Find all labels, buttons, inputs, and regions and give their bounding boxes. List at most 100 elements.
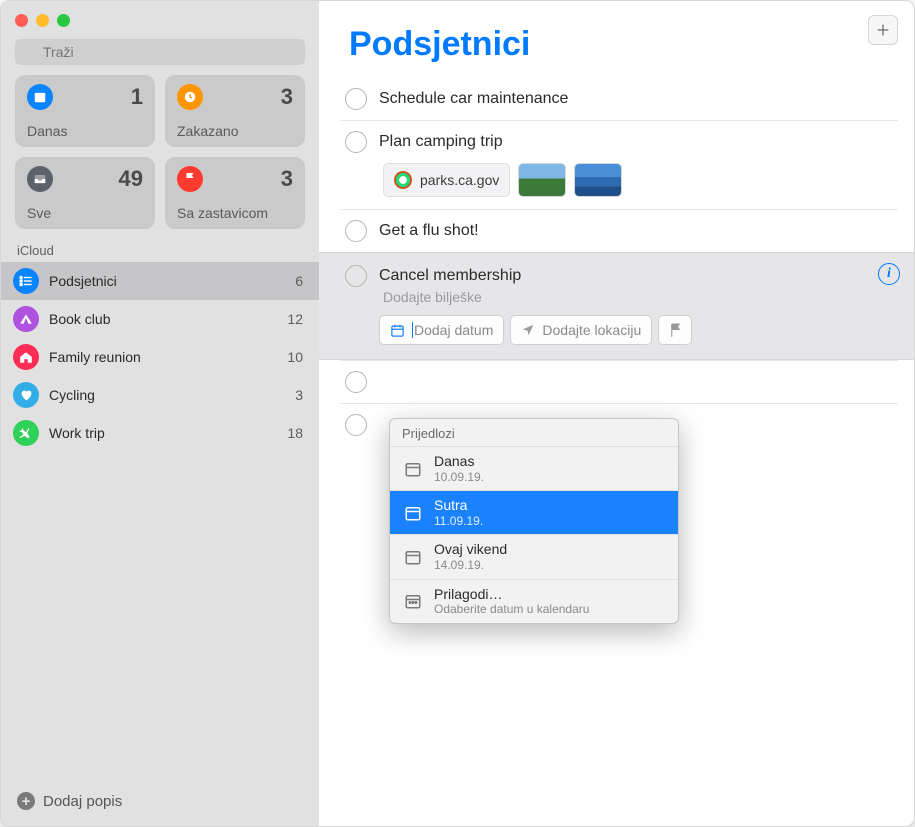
suggestion-date: 11.09.19. xyxy=(434,514,483,528)
list-book-club[interactable]: Book club 12 xyxy=(1,300,319,338)
list-name: Cycling xyxy=(49,387,285,403)
flag-icon xyxy=(177,166,203,192)
add-location-button[interactable]: Dodajte lokaciju xyxy=(510,315,652,345)
calendar-icon xyxy=(402,590,424,612)
add-reminder-button[interactable] xyxy=(868,15,898,45)
list-podsjetnici[interactable]: Podsjetnici 6 xyxy=(1,262,319,300)
add-date-button[interactable]: Dodaj datum xyxy=(379,315,504,345)
list-family-reunion[interactable]: Family reunion 10 xyxy=(1,338,319,376)
suggestion-label: Sutra xyxy=(434,497,483,514)
reminder-title: Get a flu shot! xyxy=(379,222,479,240)
image-attachment[interactable] xyxy=(574,163,622,197)
reminder-title: Plan camping trip xyxy=(379,133,503,151)
complete-toggle[interactable] xyxy=(345,371,367,393)
smart-all[interactable]: 49 Sve xyxy=(15,157,155,229)
list-bullet-icon xyxy=(13,268,39,294)
calendar-icon xyxy=(402,458,424,480)
house-icon xyxy=(13,344,39,370)
section-icloud: iCloud xyxy=(1,241,319,262)
popup-header: Prijedlozi xyxy=(390,419,678,446)
suggestion-custom[interactable]: Prilagodi… Odaberite datum u kalendaru xyxy=(390,579,678,623)
main-panel: Podsjetnici Schedule car maintenance Pla… xyxy=(319,1,914,826)
minimize-window-button[interactable] xyxy=(36,14,49,27)
list-name: Work trip xyxy=(49,425,277,441)
close-window-button[interactable] xyxy=(15,14,28,27)
plus-circle-icon: + xyxy=(17,792,35,810)
link-attachment[interactable]: parks.ca.gov xyxy=(383,163,510,197)
suggestion-sub: Odaberite datum u kalendaru xyxy=(434,602,589,616)
attachments: parks.ca.gov xyxy=(341,163,898,209)
location-icon xyxy=(521,323,535,337)
add-list-label: Dodaj popis xyxy=(43,793,122,810)
suggestion-weekend[interactable]: Ovaj vikend 14.09.19. xyxy=(390,534,678,578)
complete-toggle[interactable] xyxy=(345,265,367,287)
smart-scheduled-label: Zakazano xyxy=(177,123,293,139)
list-count: 10 xyxy=(287,349,303,365)
list-title: Podsjetnici xyxy=(349,11,530,74)
complete-toggle[interactable] xyxy=(345,220,367,242)
lists-container: Podsjetnici 6 Book club 12 Family reunio… xyxy=(1,262,319,780)
list-name: Book club xyxy=(49,311,277,327)
reminder-title: Cancel membership xyxy=(379,267,521,285)
list-work-trip[interactable]: Work trip 18 xyxy=(1,414,319,452)
calendar-icon xyxy=(402,546,424,568)
plane-icon xyxy=(13,420,39,446)
date-suggestions-popup: Prijedlozi Danas 10.09.19. Sutra 11.09.1… xyxy=(389,418,679,624)
calendar-icon xyxy=(27,84,53,110)
calendar-icon xyxy=(402,502,424,524)
suggestion-label: Prilagodi… xyxy=(434,586,589,603)
tray-icon xyxy=(27,166,53,192)
suggestion-date: 10.09.19. xyxy=(434,470,484,484)
smart-flagged-label: Sa zastavicom xyxy=(177,205,293,221)
reminder-editing[interactable]: i Cancel membership Dodajte bilješke Dod… xyxy=(319,252,914,360)
reminder-item[interactable]: Schedule car maintenance xyxy=(341,78,898,120)
list-name: Podsjetnici xyxy=(49,273,285,289)
reminder-title: Schedule car maintenance xyxy=(379,90,568,108)
list-count: 12 xyxy=(287,311,303,327)
image-attachment[interactable] xyxy=(518,163,566,197)
favicon-icon xyxy=(394,171,412,189)
list-count: 3 xyxy=(295,387,303,403)
complete-toggle[interactable] xyxy=(345,131,367,153)
reminder-item[interactable]: Plan camping trip parks.ca.gov xyxy=(341,120,898,209)
smart-all-label: Sve xyxy=(27,205,143,221)
suggestion-tomorrow[interactable]: Sutra 11.09.19. xyxy=(390,490,678,534)
smart-scheduled[interactable]: 3 Zakazano xyxy=(165,75,305,147)
smart-lists: 1 Danas 3 Zakazano 49 xyxy=(1,75,319,241)
smart-scheduled-count: 3 xyxy=(281,84,293,110)
reminder-item[interactable] xyxy=(341,360,898,403)
flag-icon xyxy=(669,323,682,338)
list-cycling[interactable]: Cycling 3 xyxy=(1,376,319,414)
list-count: 6 xyxy=(295,273,303,289)
add-list-button[interactable]: + Dodaj popis xyxy=(1,780,319,826)
sidebar: 1 Danas 3 Zakazano 49 xyxy=(1,1,319,826)
flag-button[interactable] xyxy=(658,315,692,345)
search-field[interactable] xyxy=(15,39,305,65)
add-date-label: Dodaj datum xyxy=(412,322,493,338)
search-input[interactable] xyxy=(15,39,305,65)
smart-today-label: Danas xyxy=(27,123,143,139)
suggestion-date: 14.09.19. xyxy=(434,558,507,572)
maximize-window-button[interactable] xyxy=(57,14,70,27)
complete-toggle[interactable] xyxy=(345,414,367,436)
smart-today[interactable]: 1 Danas xyxy=(15,75,155,147)
plus-icon xyxy=(875,22,891,38)
complete-toggle[interactable] xyxy=(345,88,367,110)
titlebar xyxy=(1,1,319,39)
smart-flagged[interactable]: 3 Sa zastavicom xyxy=(165,157,305,229)
smart-flagged-count: 3 xyxy=(281,166,293,192)
suggestion-label: Ovaj vikend xyxy=(434,541,507,558)
suggestion-label: Danas xyxy=(434,453,484,470)
notes-placeholder[interactable]: Dodajte bilješke xyxy=(341,289,902,315)
list-name: Family reunion xyxy=(49,349,277,365)
list-count: 18 xyxy=(287,425,303,441)
info-button[interactable]: i xyxy=(878,263,900,285)
clock-icon xyxy=(177,84,203,110)
link-label: parks.ca.gov xyxy=(420,172,499,188)
smart-today-count: 1 xyxy=(131,84,143,110)
calendar-icon xyxy=(390,323,405,338)
reminder-item[interactable]: Get a flu shot! xyxy=(341,209,898,252)
tent-icon xyxy=(13,306,39,332)
add-location-label: Dodajte lokaciju xyxy=(542,322,641,338)
suggestion-today[interactable]: Danas 10.09.19. xyxy=(390,446,678,490)
